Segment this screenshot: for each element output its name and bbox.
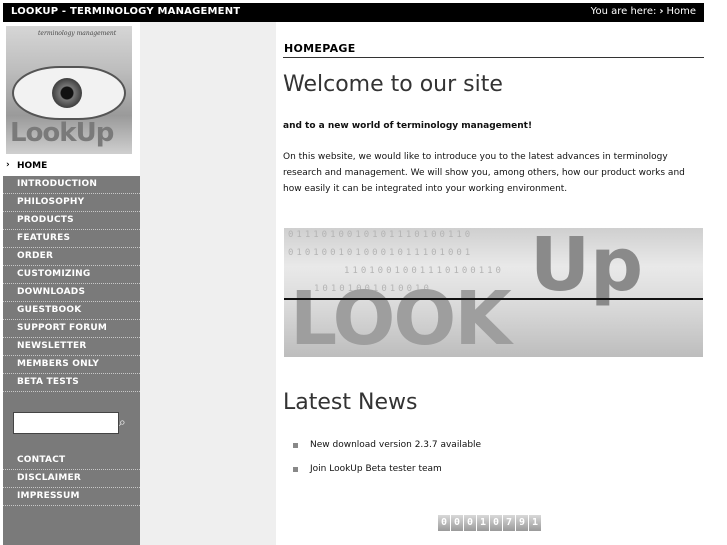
sidebar-item-support-forum[interactable]: SUPPORT FORUM [3, 320, 140, 338]
sidebar-item-home[interactable]: › HOME [3, 158, 140, 175]
banner-line [284, 298, 703, 300]
breadcrumb-home-link[interactable]: Home [666, 6, 696, 17]
sidebar-item-impressum[interactable]: IMPRESSUM [3, 488, 140, 506]
sidebar-footer-menu: CONTACT DISCLAIMER IMPRESSUM [3, 452, 140, 506]
counter-digit: 0 [451, 515, 463, 531]
banner-binary-text: 0111010010101110100110 [288, 230, 474, 240]
sidebar-item-products[interactable]: PRODUCTS [3, 212, 140, 230]
banner-binary-text: 0101001010001011101001 [288, 248, 474, 258]
sidebar-item-features[interactable]: FEATURES [3, 230, 140, 248]
sidebar-item-guestbook[interactable]: GUESTBOOK [3, 302, 140, 320]
welcome-heading: Welcome to our site [283, 72, 503, 97]
counter-digit: 0 [490, 515, 502, 531]
banner-wordmark: LOOK [290, 276, 512, 357]
breadcrumb: You are here: › Home [591, 6, 696, 17]
sidebar-item-beta-tests[interactable]: BETA TESTS [3, 374, 140, 392]
search-input[interactable] [13, 412, 119, 434]
banner-binary-text: 1101001001110100110 [344, 266, 504, 276]
page-title: HOMEPAGE [284, 42, 356, 55]
sidebar-item-downloads[interactable]: DOWNLOADS [3, 284, 140, 302]
list-item[interactable]: New download version 2.3.7 available [293, 438, 481, 462]
logo-wordmark: LookUp [10, 118, 114, 148]
counter-digit: 1 [477, 515, 489, 531]
eye-graphic [12, 66, 126, 120]
sidebar-item-label: HOME [17, 161, 48, 171]
search-icon[interactable]: ⌕ [119, 415, 133, 429]
visitor-counter: 0 0 0 1 0 7 9 1 [438, 515, 542, 531]
welcome-subheading: and to a new world of terminology manage… [283, 121, 533, 131]
news-list: New download version 2.3.7 available Joi… [293, 438, 481, 486]
lookup-banner-image: 0111010010101110100110 01010010100010111… [284, 228, 703, 357]
counter-digit: 0 [438, 515, 450, 531]
heading-divider [283, 57, 704, 58]
sidebar-menu: INTRODUCTION PHILOSOPHY PRODUCTS FEATURE… [3, 176, 140, 545]
site-logo[interactable]: terminology management LookUp [6, 26, 132, 154]
sidebar-item-contact[interactable]: CONTACT [3, 452, 140, 470]
gray-spacer-column [140, 22, 276, 545]
site-title: LOOKUP - TERMINOLOGY MANAGEMENT [11, 6, 241, 17]
iris-graphic [52, 78, 82, 108]
sidebar-item-customizing[interactable]: CUSTOMIZING [3, 266, 140, 284]
left-sidebar: terminology management LookUp › HOME INT… [3, 22, 140, 545]
sidebar-item-newsletter[interactable]: NEWSLETTER [3, 338, 140, 356]
counter-digit: 7 [503, 515, 515, 531]
news-item-text: New download version 2.3.7 available [310, 440, 482, 450]
breadcrumb-prefix: You are here: [590, 6, 657, 17]
square-bullet-icon [293, 443, 298, 448]
logo-tagline: terminology management [38, 30, 117, 37]
chevron-right-icon: › [6, 160, 10, 170]
sidebar-item-philosophy[interactable]: PHILOSOPHY [3, 194, 140, 212]
counter-digit: 0 [464, 515, 476, 531]
list-item[interactable]: Join LookUp Beta tester team [293, 462, 481, 486]
sidebar-item-members-only[interactable]: MEMBERS ONLY [3, 356, 140, 374]
chevron-right-icon: › [659, 6, 664, 17]
sidebar-item-introduction[interactable]: INTRODUCTION [3, 176, 140, 194]
sidebar-item-disclaimer[interactable]: DISCLAIMER [3, 470, 140, 488]
news-item-text: Join LookUp Beta tester team [310, 464, 442, 474]
top-bar: LOOKUP - TERMINOLOGY MANAGEMENT You are … [3, 3, 704, 22]
counter-digit: 1 [529, 515, 541, 531]
banner-wordmark-up: Up [530, 228, 644, 308]
square-bullet-icon [293, 467, 298, 472]
intro-paragraph: On this website, we would like to introd… [283, 152, 685, 194]
sidebar-item-order[interactable]: ORDER [3, 248, 140, 266]
latest-news-heading: Latest News [283, 390, 418, 415]
counter-digit: 9 [516, 515, 528, 531]
